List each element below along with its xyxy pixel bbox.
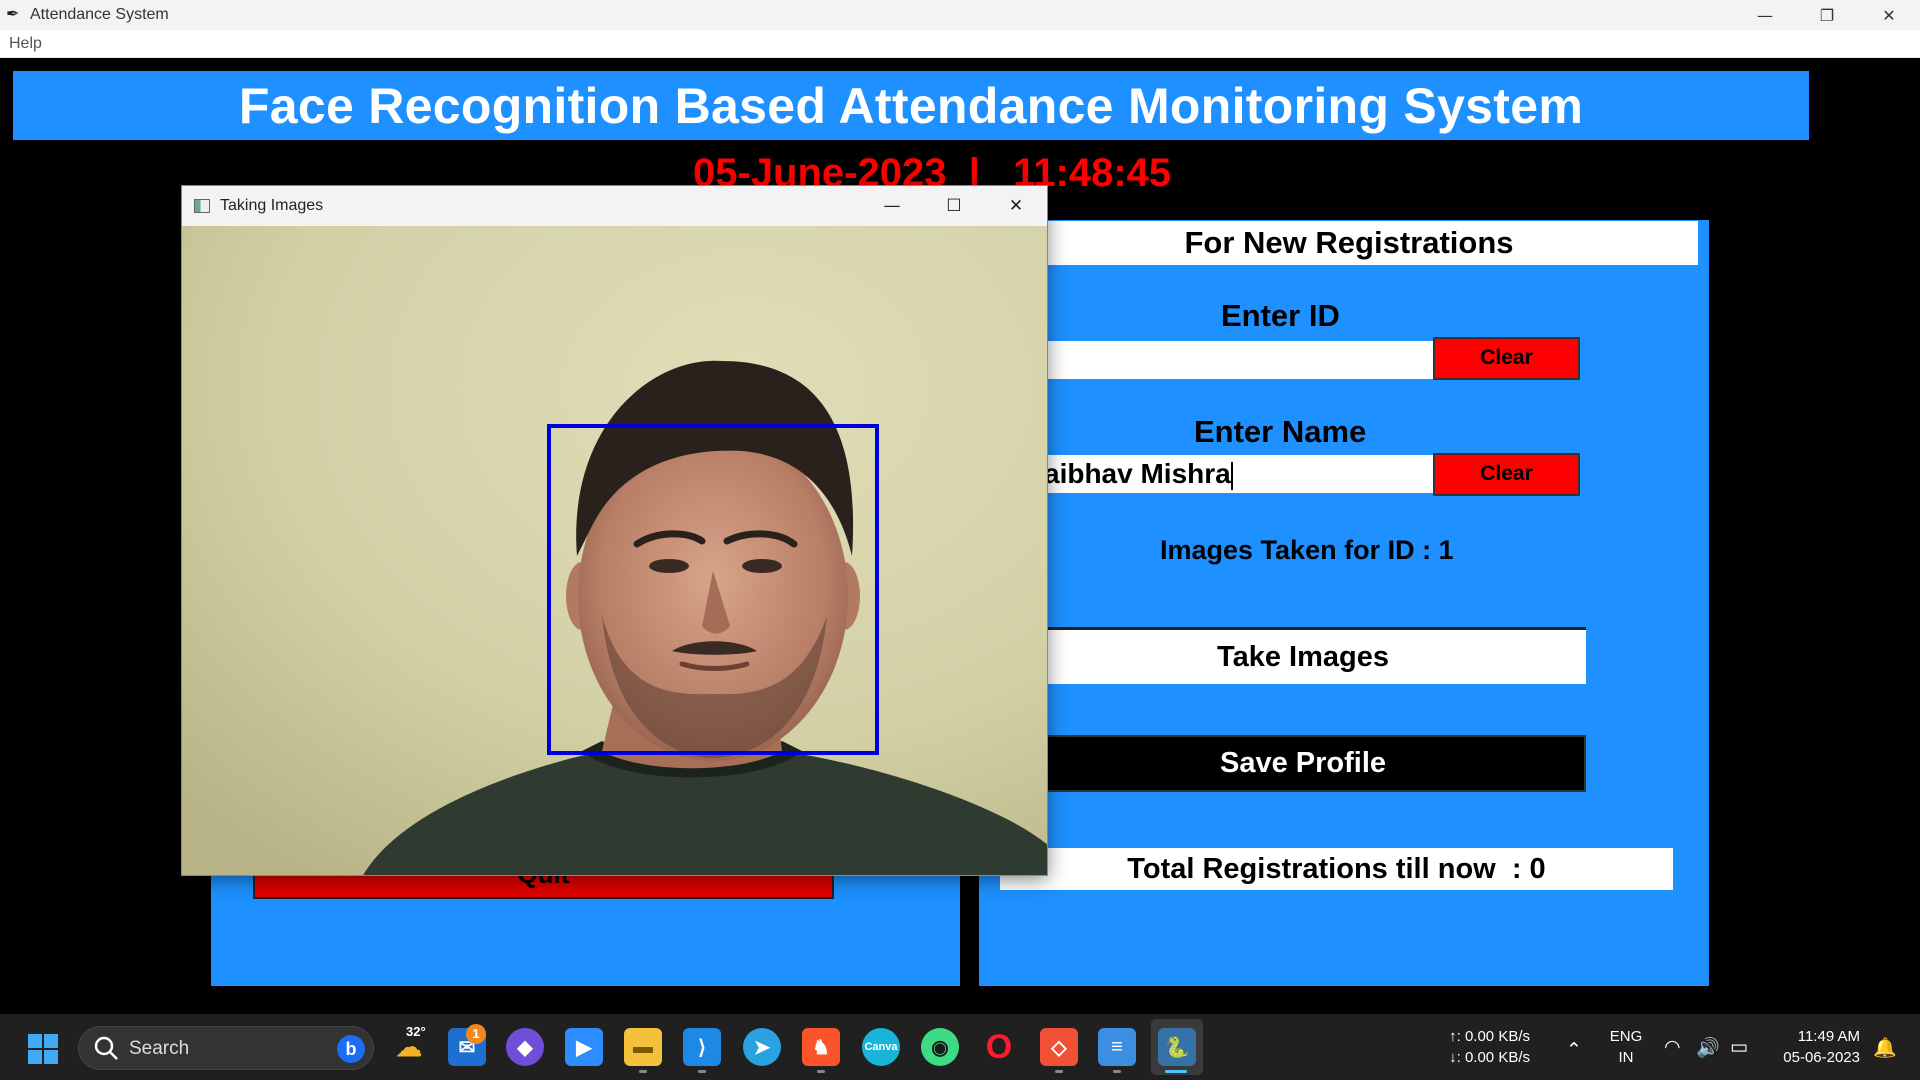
battery-icon[interactable]: ▭ [1730,1036,1748,1058]
canva-icon[interactable]: Canva [862,1028,900,1066]
network-speed: ↑: 0.00 KB/s ↓: 0.00 KB/s [1420,1026,1530,1068]
clock[interactable]: 11:49 AM 05-06-2023 [1760,1026,1860,1068]
brave-icon[interactable]: ♞ [802,1028,840,1066]
notification-icon[interactable]: 🔔 [1873,1036,1897,1059]
minimize-icon[interactable]: — [861,186,923,226]
camera-window-titlebar: Taking Images — ☐ ✕ [182,186,1047,226]
right-eye [742,559,782,573]
search-label: Search [129,1038,190,1059]
menubar: Help [0,30,1920,58]
chevron-up-icon[interactable]: ⌃ [1566,1039,1582,1061]
notepad-icon[interactable]: ≡ [1098,1028,1136,1066]
vscode-icon[interactable]: ⟩ [683,1028,721,1066]
opera-icon[interactable]: O [980,1028,1018,1066]
android-studio-icon[interactable]: ◉ [921,1028,959,1066]
enter-name-label: Enter Name [1194,414,1367,449]
running-indicator [1055,1070,1063,1073]
total-registrations: Total Registrations till now : 0 [1000,848,1673,890]
wifi-icon[interactable]: ◠ [1664,1036,1681,1058]
close-icon[interactable]: ✕ [985,186,1047,226]
language-indicator[interactable]: ENG IN [1606,1026,1646,1068]
windows-start-icon[interactable] [27,1033,59,1065]
bing-icon[interactable]: b [337,1035,365,1063]
window-title: Attendance System [30,6,169,23]
running-indicator [1113,1070,1121,1073]
left-eye [649,559,689,573]
header-banner: Face Recognition Based Attendance Monito… [13,71,1809,140]
python-icon[interactable]: 🐍 [1158,1028,1196,1066]
maximize-icon[interactable]: ☐ [923,186,985,226]
clear-name-button[interactable]: Clear [1433,453,1580,496]
file-explorer-icon[interactable]: ▬ [624,1028,662,1066]
window-titlebar: ✒ Attendance System — ❐ ✕ [0,0,1920,30]
search-icon [94,1036,118,1060]
name-value: aibhav Mishra [1044,458,1231,489]
menu-help[interactable]: Help [9,35,42,53]
page-title: Face Recognition Based Attendance Monito… [238,77,1584,134]
restore-icon[interactable]: ❐ [1796,0,1858,30]
images-taken-status: Images Taken for ID : 1 [1160,535,1454,565]
window-app-icon [194,199,210,213]
copilot-icon[interactable]: ◆ [506,1028,544,1066]
running-indicator [698,1070,706,1073]
git-icon[interactable]: ◇ [1040,1028,1078,1066]
id-input[interactable] [1040,341,1434,379]
window-controls: — ❐ ✕ [1734,0,1920,30]
clear-id-button[interactable]: Clear [1433,337,1580,380]
take-images-button[interactable]: Take Images [1020,627,1586,684]
volume-icon[interactable]: 🔊 [1696,1036,1720,1059]
taskbar: Search b ☁ 32° ✉ 1 ◆ ▶ ▬ ⟩ ➤ ♞ Canva ◉ O… [0,1014,1920,1080]
net-down: ↓: 0.00 KB/s [1449,1049,1530,1066]
minimize-icon[interactable]: — [1734,0,1796,30]
clock-date: 05-06-2023 [1783,1049,1860,1066]
weather-temp: 32° [406,1024,426,1039]
registration-title: For New Registrations [1000,221,1698,265]
enter-id-label: Enter ID [1221,298,1340,333]
telegram-icon[interactable]: ➤ [743,1028,781,1066]
zoom-icon[interactable]: ▶ [565,1028,603,1066]
lang-code: ENG [1609,1028,1643,1045]
text-caret [1230,461,1233,490]
running-indicator [817,1070,825,1073]
taking-images-window[interactable]: Taking Images — ☐ ✕ [181,185,1048,876]
region-code: IN [1618,1049,1634,1066]
webcam-feed [182,226,1047,875]
running-indicator [639,1070,647,1073]
feather-icon: ✒ [6,6,20,23]
active-indicator [1165,1070,1187,1073]
taskbar-search[interactable]: Search b [78,1026,374,1070]
close-icon[interactable]: ✕ [1858,0,1920,30]
camera-window-title: Taking Images [220,197,324,214]
mail-badge: 1 [466,1024,486,1044]
camera-window-controls: — ☐ ✕ [861,186,1047,226]
save-profile-button[interactable]: Save Profile [1020,735,1586,792]
name-input[interactable]: aibhav Mishra [1040,455,1434,493]
net-up: ↑: 0.00 KB/s [1449,1028,1530,1045]
clock-time: 11:49 AM [1797,1028,1860,1045]
